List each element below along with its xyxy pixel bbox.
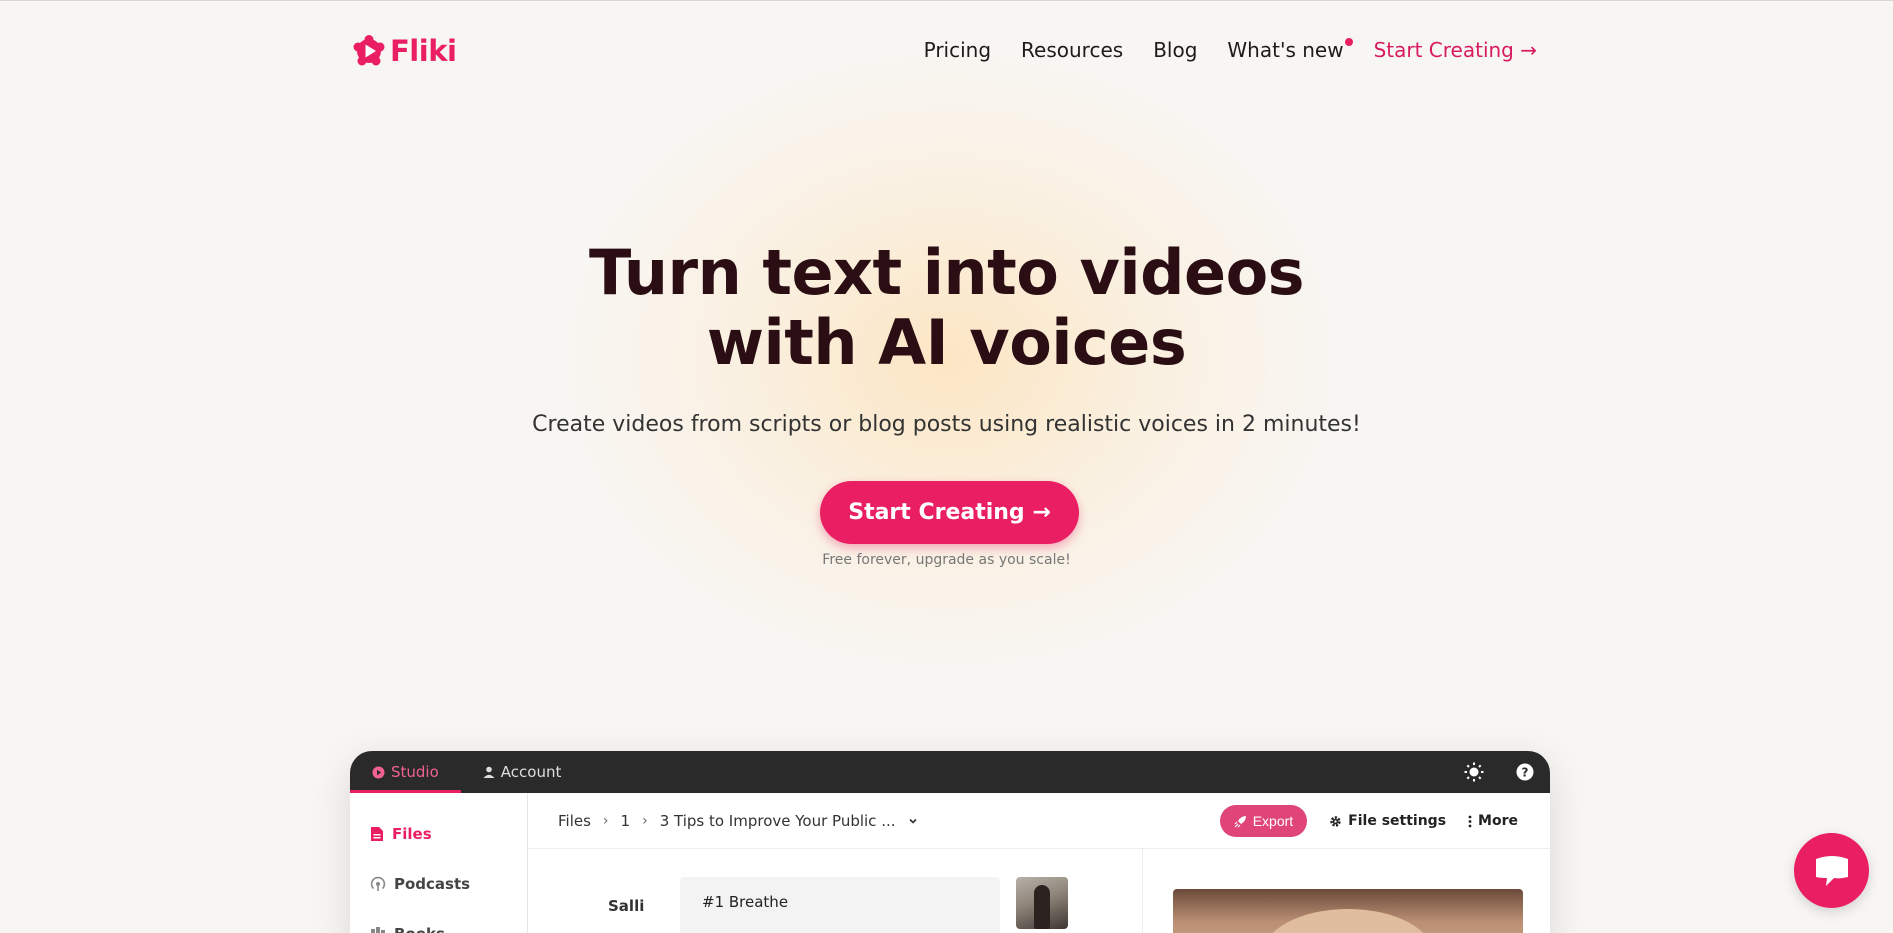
help-icon[interactable]: ? bbox=[1516, 763, 1534, 781]
sidebar-item-label: Books bbox=[394, 925, 445, 933]
tab-account-label: Account bbox=[500, 763, 562, 781]
chat-button[interactable] bbox=[1794, 833, 1869, 908]
chevron-down-icon[interactable] bbox=[908, 816, 918, 826]
top-divider bbox=[0, 0, 1893, 1]
nav-whats-new[interactable]: What's new bbox=[1227, 38, 1353, 62]
sidebar-item-podcasts[interactable]: Podcasts bbox=[350, 859, 527, 909]
file-toolbar: Files › 1 › 3 Tips to Improve Your Publi… bbox=[528, 793, 1550, 849]
breadcrumb-separator-icon: › bbox=[602, 812, 609, 829]
hero-title: Turn text into videos with AI voices bbox=[0, 238, 1893, 378]
account-icon bbox=[483, 766, 495, 778]
tab-account[interactable]: Account bbox=[461, 751, 584, 793]
more-label: More bbox=[1478, 813, 1518, 829]
book-icon bbox=[371, 927, 385, 933]
nav-whats-new-label: What's new bbox=[1227, 38, 1344, 62]
scene-text[interactable]: #1 Breathe bbox=[680, 877, 1000, 933]
scene-editor: Salli #1 Breathe bbox=[528, 849, 1143, 933]
export-label: Export bbox=[1252, 813, 1294, 829]
start-creating-button[interactable]: Start Creating → bbox=[820, 481, 1079, 544]
video-preview bbox=[1143, 849, 1550, 933]
export-button[interactable]: Export bbox=[1219, 805, 1308, 837]
sidebar-item-files[interactable]: Files bbox=[350, 809, 527, 859]
logo[interactable]: Fliki bbox=[352, 34, 457, 68]
scene-thumbnail[interactable] bbox=[1016, 877, 1068, 929]
nav-blog[interactable]: Blog bbox=[1153, 38, 1197, 62]
rocket-icon bbox=[1234, 815, 1246, 827]
hero-note: Free forever, upgrade as you scale! bbox=[822, 552, 1071, 568]
breadcrumb-files[interactable]: Files bbox=[558, 812, 591, 830]
sidebar-item-books[interactable]: Books bbox=[350, 909, 527, 933]
hero-subtitle: Create videos from scripts or blog posts… bbox=[532, 412, 1361, 437]
podcast-icon bbox=[370, 876, 386, 891]
breadcrumb: Files › 1 › 3 Tips to Improve Your Publi… bbox=[558, 812, 918, 830]
tab-studio-label: Studio bbox=[391, 763, 439, 781]
svg-text:?: ? bbox=[1522, 766, 1529, 780]
file-settings-button[interactable]: File settings bbox=[1329, 813, 1446, 829]
main-nav: Pricing Resources Blog What's new Start … bbox=[924, 38, 1537, 62]
nav-resources[interactable]: Resources bbox=[1021, 38, 1123, 62]
file-icon bbox=[371, 827, 383, 841]
voice-name[interactable]: Salli bbox=[608, 897, 644, 915]
app-topbar: Studio Account ? bbox=[350, 751, 1550, 793]
gear-icon bbox=[1330, 815, 1341, 827]
sidebar-item-label: Files bbox=[392, 825, 432, 843]
brightness-icon[interactable] bbox=[1464, 762, 1484, 782]
nav-start-creating[interactable]: Start Creating → bbox=[1374, 38, 1537, 62]
logo-play-icon bbox=[353, 35, 385, 66]
app-sidebar: Files Podcasts Books bbox=[350, 793, 528, 933]
more-vert-icon bbox=[1468, 815, 1472, 827]
more-button[interactable]: More bbox=[1468, 813, 1518, 829]
studio-icon bbox=[372, 766, 385, 778]
nav-pricing[interactable]: Pricing bbox=[924, 38, 991, 62]
hero-title-line2: with AI voices bbox=[706, 306, 1187, 379]
logo-text: Fliki bbox=[390, 34, 457, 68]
chat-icon bbox=[1815, 855, 1848, 886]
breadcrumb-folder[interactable]: 1 bbox=[621, 812, 631, 830]
sidebar-item-label: Podcasts bbox=[394, 875, 471, 893]
tab-studio[interactable]: Studio bbox=[350, 751, 461, 793]
app-preview: Studio Account ? Files Podcasts Books bbox=[350, 751, 1550, 933]
breadcrumb-separator-icon: › bbox=[642, 812, 648, 829]
hero-title-line1: Turn text into videos bbox=[588, 236, 1305, 309]
file-settings-label: File settings bbox=[1348, 813, 1447, 829]
breadcrumb-file[interactable]: 3 Tips to Improve Your Public ... bbox=[660, 812, 896, 830]
new-indicator-dot bbox=[1344, 38, 1353, 46]
preview-image bbox=[1173, 889, 1523, 933]
